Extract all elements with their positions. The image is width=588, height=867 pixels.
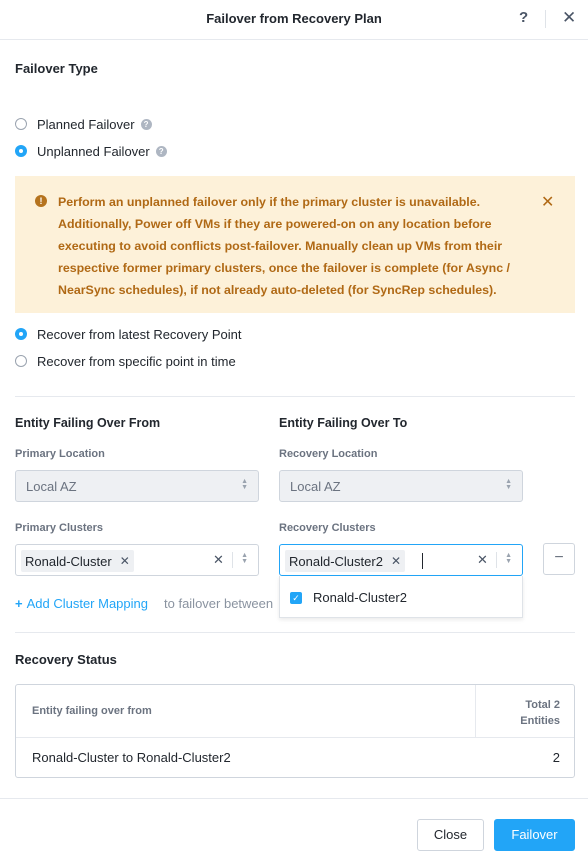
failover-type-title: Failover Type xyxy=(15,61,98,76)
select-divider xyxy=(232,552,233,568)
plus-icon: + xyxy=(15,596,23,611)
recovery-status-table: Entity failing over from Total 2 Entitie… xyxy=(15,684,575,778)
checkbox-checked-icon[interactable]: ✓ xyxy=(290,591,302,604)
add-mapping-hint: to failover between xyxy=(164,596,274,611)
alert-icon: ! xyxy=(35,195,47,207)
question-icon[interactable]: ? xyxy=(140,118,152,130)
sort-arrows-icon[interactable]: ▲ ▼ xyxy=(505,552,512,565)
table-header: Entity failing over from Total 2 Entitie… xyxy=(16,685,574,738)
section-divider xyxy=(15,396,575,397)
radio-recover-latest[interactable]: Recover from latest Recovery Point xyxy=(15,325,241,343)
close-button[interactable]: Close xyxy=(417,819,484,851)
recovery-location-label: Recovery Location xyxy=(279,448,378,460)
table-cell-entity: Ronald-Cluster to Ronald-Cluster2 xyxy=(32,750,231,765)
recovery-location-select[interactable]: Local AZ ▲ ▼ xyxy=(279,470,523,502)
select-value: Local AZ xyxy=(290,479,341,494)
select-divider xyxy=(496,552,497,568)
remove-chip-icon[interactable]: ✕ xyxy=(391,554,401,568)
radio-button[interactable] xyxy=(15,118,27,130)
chip-label: Ronald-Cluster2 xyxy=(289,553,383,569)
primary-location-select[interactable]: Local AZ ▲ ▼ xyxy=(15,470,259,502)
radio-button[interactable] xyxy=(15,145,27,157)
chip-label: Ronald-Cluster xyxy=(25,553,112,569)
close-icon[interactable]: ✕ xyxy=(562,9,576,27)
radio-planned-failover[interactable]: Planned Failover ? xyxy=(15,115,152,133)
warning-close-icon[interactable]: ✕ xyxy=(541,192,554,212)
add-cluster-mapping-label: Add Cluster Mapping xyxy=(26,596,148,611)
radio-label: Recover from specific point in time xyxy=(37,353,236,369)
sort-arrows-icon[interactable]: ▲ ▼ xyxy=(241,552,248,565)
from-title: Entity Failing Over From xyxy=(15,416,161,430)
radio-label: Planned Failover xyxy=(37,116,135,132)
warning-banner: ! Perform an unplanned failover only if … xyxy=(15,176,575,313)
radio-unplanned-failover[interactable]: Unplanned Failover ? xyxy=(15,142,167,160)
failover-button[interactable]: Failover xyxy=(494,819,575,851)
recovery-clusters-dropdown: ✓ Ronald-Cluster2 xyxy=(279,576,523,618)
question-icon[interactable]: ? xyxy=(155,145,167,157)
radio-button[interactable] xyxy=(15,328,27,340)
section-divider xyxy=(15,632,575,633)
dialog-title: Failover from Recovery Plan xyxy=(206,11,382,26)
table-cell-count: 2 xyxy=(552,750,560,765)
primary-location-label: Primary Location xyxy=(15,448,105,460)
primary-clusters-select[interactable]: Ronald-Cluster ✕ ✕ ▲ ▼ xyxy=(15,544,259,576)
text-cursor[interactable] xyxy=(422,553,423,569)
dialog-header: Failover from Recovery Plan ? ✕ xyxy=(0,0,588,40)
dropdown-option[interactable]: ✓ Ronald-Cluster2 xyxy=(290,590,407,605)
radio-label: Unplanned Failover xyxy=(37,143,150,159)
sort-arrows-icon: ▲ ▼ xyxy=(505,478,512,491)
column-header: Entity failing over from xyxy=(32,705,152,717)
remove-mapping-button[interactable]: − xyxy=(543,543,575,575)
recovery-status-title: Recovery Status xyxy=(15,652,117,667)
warning-text: Perform an unplanned failover only if th… xyxy=(58,195,510,297)
select-value: Local AZ xyxy=(26,479,77,494)
radio-button[interactable] xyxy=(15,355,27,367)
radio-label: Recover from latest Recovery Point xyxy=(37,326,242,342)
option-label: Ronald-Cluster2 xyxy=(313,590,407,605)
header-divider xyxy=(545,10,546,28)
remove-chip-icon[interactable]: ✕ xyxy=(120,554,130,568)
column-header: Total 2 Entities xyxy=(520,699,560,727)
help-icon[interactable]: ? xyxy=(519,9,528,26)
cluster-chip: Ronald-Cluster2 ✕ xyxy=(285,550,405,572)
radio-recover-point-in-time[interactable]: Recover from specific point in time xyxy=(15,352,236,370)
dialog-footer: Close Failover xyxy=(0,798,588,867)
cluster-chip: Ronald-Cluster ✕ xyxy=(21,550,134,572)
clear-icon[interactable]: ✕ xyxy=(477,552,488,568)
sort-arrows-icon: ▲ ▼ xyxy=(241,478,248,491)
clear-icon[interactable]: ✕ xyxy=(213,552,224,568)
column-divider xyxy=(475,685,476,738)
recovery-clusters-label: Recovery Clusters xyxy=(279,522,376,534)
to-title: Entity Failing Over To xyxy=(279,416,408,430)
primary-clusters-label: Primary Clusters xyxy=(15,522,104,534)
add-cluster-mapping-link[interactable]: + Add Cluster Mapping xyxy=(15,596,148,611)
recovery-clusters-select[interactable]: Ronald-Cluster2 ✕ ✕ ▲ ▼ xyxy=(279,544,523,576)
